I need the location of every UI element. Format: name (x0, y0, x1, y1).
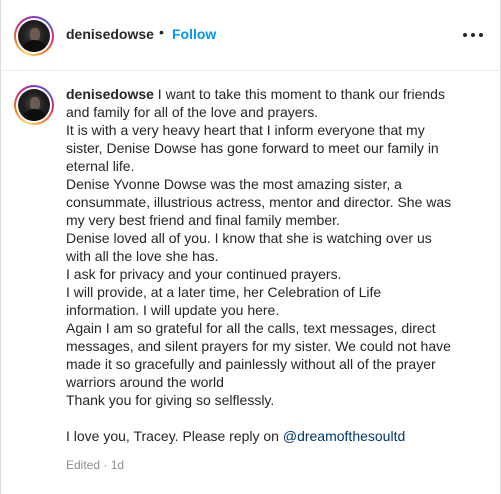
mention-link[interactable]: @dreamofthesoultd (283, 428, 405, 444)
caption-closing-line: I love you, Tracey. Please reply on @dre… (66, 427, 486, 445)
caption-line: Denise loved all of you. I know that she… (66, 230, 432, 246)
caption-line: It is with a very heavy heart that I inf… (66, 122, 425, 138)
caption-line: with all the love she has. (66, 248, 219, 264)
caption-line: sister, Denise Dowse has gone forward to… (66, 140, 439, 156)
avatar-image (18, 20, 50, 52)
caption-line: I will provide, at a later time, her Cel… (66, 284, 382, 300)
caption-text: I want to take this moment to thank our … (153, 86, 445, 102)
caption-line: Again I am so grateful for all the calls… (66, 320, 436, 336)
caption-username[interactable]: denisedowse (66, 86, 154, 102)
post-header: denisedowse • Follow (1, 0, 501, 71)
follow-button[interactable]: Follow (172, 26, 216, 42)
header-avatar[interactable] (14, 16, 54, 56)
caption-line: Denise Yvonne Dowse was the most amazing… (66, 176, 402, 192)
caption-line: I ask for privacy and your continued pra… (66, 266, 342, 282)
header-username[interactable]: denisedowse (66, 26, 154, 42)
caption-line: warriors around the world (66, 374, 224, 390)
caption-line: eternal life. (66, 158, 135, 174)
caption-line: consummate, illustrious actress, mentor … (66, 194, 452, 210)
post-panel: denisedowse • Follow denisedowse I want … (0, 0, 501, 494)
caption-line: messages, and silent prayers for my sist… (66, 338, 451, 354)
caption-line: my very best friend and final family mem… (66, 212, 340, 228)
caption-line: Thank you for giving so selflessly. (66, 392, 275, 408)
caption-avatar[interactable] (14, 85, 54, 125)
edited-timestamp: Edited · 1d (66, 458, 125, 472)
avatar-image (18, 89, 50, 121)
header-separator: • (159, 24, 164, 40)
caption-first-line: denisedowse I want to take this moment t… (66, 85, 486, 103)
caption-line: information. I will update you here. (66, 302, 280, 318)
closing-text: I love you, Tracey. Please reply on (66, 428, 283, 444)
caption-line: made it so gracefully and painlessly wit… (66, 356, 436, 372)
post-caption: denisedowse I want to take this moment t… (66, 85, 486, 445)
caption-line: and family for all of the love and praye… (66, 104, 319, 120)
more-horizontal-icon[interactable] (463, 33, 483, 39)
